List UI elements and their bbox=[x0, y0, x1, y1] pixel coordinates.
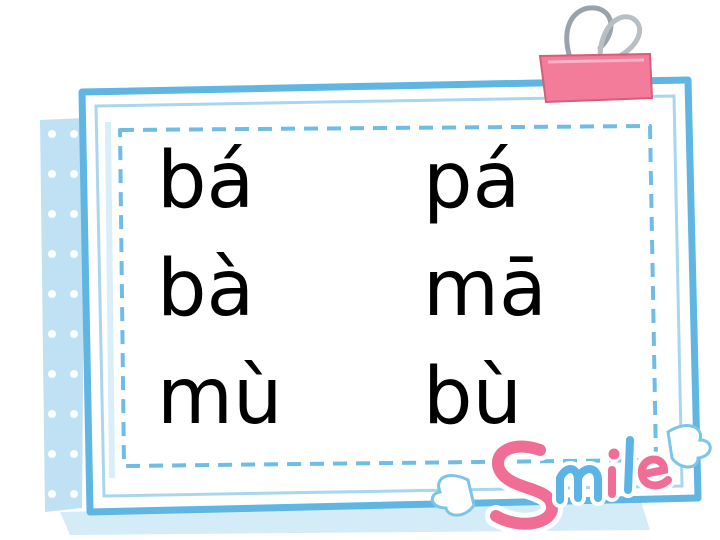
slide: bá bà mù pá mā bù bbox=[0, 0, 720, 540]
syllable-left-1: bá bbox=[157, 136, 255, 226]
syllable-right-3: bù bbox=[423, 352, 522, 442]
syllable-right-1: pá bbox=[423, 136, 521, 226]
syllable-left-2: bà bbox=[157, 244, 255, 334]
syllable-left-3: mù bbox=[157, 352, 283, 442]
frame-illustration bbox=[40, 5, 712, 535]
binder-clip-icon bbox=[538, 5, 654, 104]
syllable-right-2: mā bbox=[423, 244, 547, 334]
